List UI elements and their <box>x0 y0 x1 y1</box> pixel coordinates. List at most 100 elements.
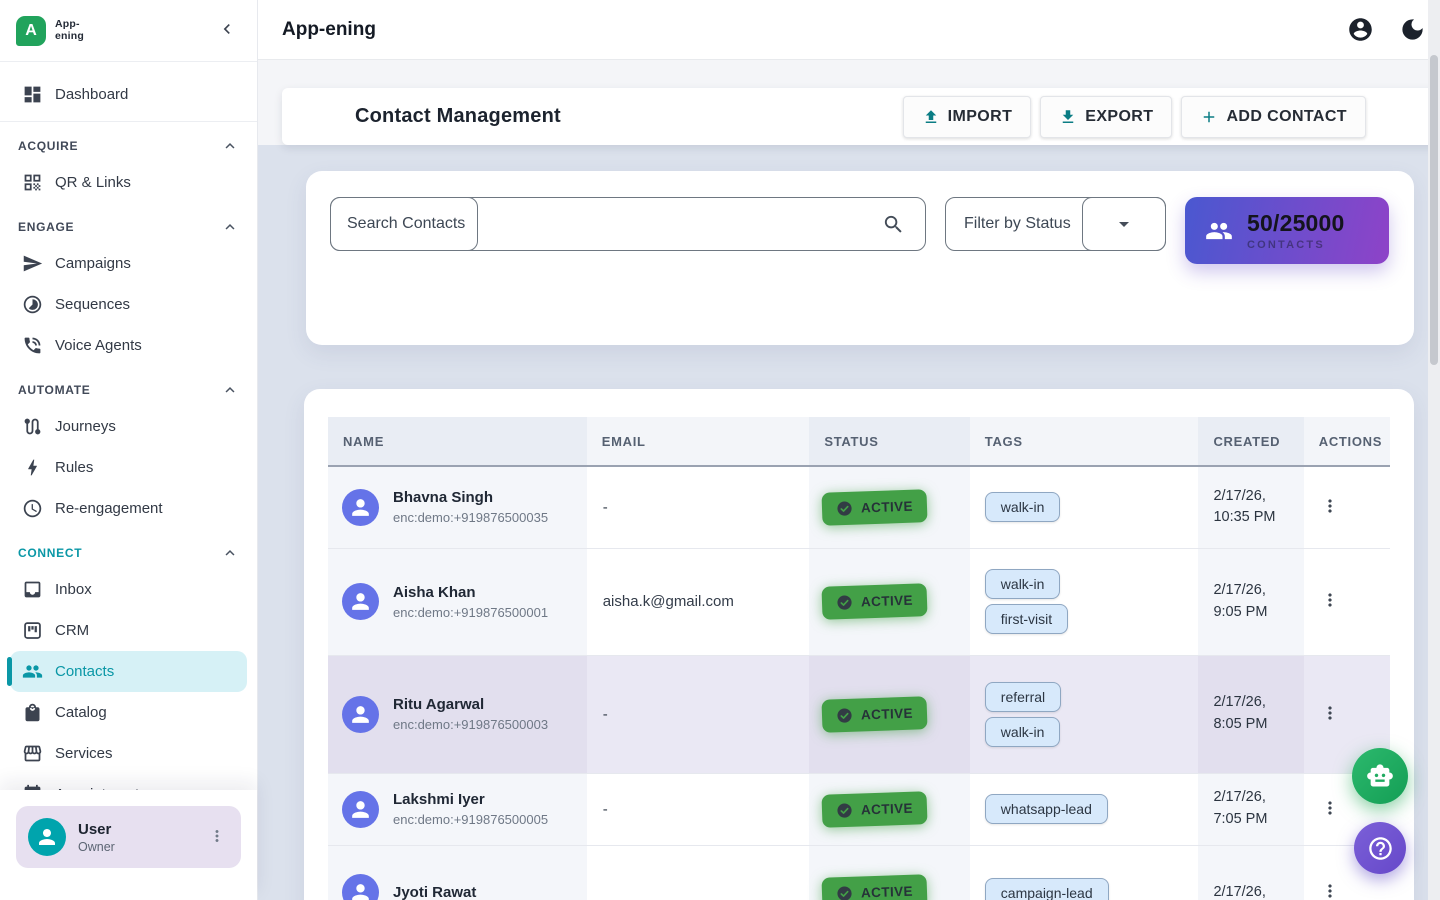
sidebar-item-voice-agents[interactable]: Voice Agents <box>10 325 247 366</box>
name-cell: Ritu Agarwalenc:demo:+919876500003 <box>328 655 587 773</box>
section-label: ACQUIRE <box>18 139 78 153</box>
row-actions-button[interactable] <box>1316 700 1344 728</box>
sidebar-collapse-button[interactable] <box>213 17 241 45</box>
logo-text: App- ening <box>55 19 84 41</box>
sidebar-item-label: Rules <box>55 459 93 476</box>
app-root: A App- ening Dashboard ACQUIRE QR & Links… <box>0 0 1440 900</box>
sidebar-item-label: CRM <box>55 622 89 639</box>
chevron-up-icon <box>221 544 239 562</box>
sidebar-item-appointments[interactable]: Appointments <box>10 774 247 790</box>
search-field[interactable]: Search Contacts <box>330 197 926 251</box>
table-row: Bhavna Singhenc:demo:+919876500035-ACTIV… <box>328 466 1390 548</box>
sidebar-item-label: Catalog <box>55 704 107 721</box>
sidebar-item-re-engagement[interactable]: Re-engagement <box>10 488 247 529</box>
caret-down-icon <box>1082 197 1166 251</box>
search-label-text: Search Contacts <box>347 215 465 233</box>
sidebar-item-contacts[interactable]: Contacts <box>10 651 247 692</box>
status-label: ACTIVE <box>861 705 913 722</box>
tag-first-visit: first-visit <box>985 604 1068 634</box>
import-button-label: IMPORT <box>948 108 1013 126</box>
route-icon <box>22 416 43 437</box>
user-card[interactable]: User Owner <box>16 806 241 868</box>
section-label: ENGAGE <box>18 220 74 234</box>
created-date: 2/17/26, <box>1213 580 1303 602</box>
section-header-engage[interactable]: ENGAGE <box>0 210 257 243</box>
account-button[interactable] <box>1346 16 1374 44</box>
contact-email: - <box>587 773 810 845</box>
status-cell: ACTIVE <box>809 655 969 773</box>
name-cell: Bhavna Singh enc:demo:+919876500035 <box>328 466 587 548</box>
export-button[interactable]: EXPORT <box>1040 96 1172 138</box>
scrollbar-thumb[interactable] <box>1430 55 1438 365</box>
user-avatar-icon <box>28 818 66 856</box>
user-menu-button[interactable] <box>205 825 229 849</box>
row-actions-button[interactable] <box>1316 879 1344 900</box>
contact-phone: enc:demo:+919876500035 <box>393 510 548 525</box>
row-actions-button[interactable] <box>1316 493 1344 521</box>
export-button-label: EXPORT <box>1085 108 1153 126</box>
contact-identity: Aisha Khan enc:demo:+919876500001 <box>328 583 587 620</box>
contact-email: - <box>587 466 810 548</box>
sidebar-item-label: Re-engagement <box>55 500 163 517</box>
sidebar-item-qr-links[interactable]: QR & Links <box>10 162 247 203</box>
section-header-automate[interactable]: AUTOMATE <box>0 373 257 406</box>
name-cell: Aisha Khan enc:demo:+919876500001 <box>328 548 587 655</box>
sidebar-section-acquire: ACQUIRE QR & Links <box>0 129 257 203</box>
contact-name-block: Lakshmi Iyerenc:demo:+919876500005 <box>393 791 548 827</box>
row-actions-button[interactable] <box>1316 795 1344 823</box>
bag-icon <box>22 702 43 723</box>
sidebar-header: A App- ening <box>0 0 257 62</box>
sidebar-item-inbox[interactable]: Inbox <box>10 569 247 610</box>
section-header-acquire[interactable]: ACQUIRE <box>0 129 257 162</box>
search-input[interactable] <box>489 202 875 246</box>
contact-identity: Ritu Agarwalenc:demo:+919876500003 <box>328 696 587 733</box>
created-date: 2/17/26, <box>1213 486 1303 508</box>
contact-phone: enc:demo:+919876500001 <box>393 605 548 620</box>
import-button[interactable]: IMPORT <box>903 96 1032 138</box>
section-label: CONNECT <box>18 546 82 560</box>
row-actions-button[interactable] <box>1316 588 1344 616</box>
add-contact-button[interactable]: ADD CONTACT <box>1181 96 1366 138</box>
toolbar-strip: Contact Management IMPORT EXPORT ADD <box>258 60 1440 145</box>
help-fab[interactable] <box>1354 822 1406 874</box>
contact-name-block: Jyoti Rawat <box>393 884 476 900</box>
count-text: 50/25000 CONTACTS <box>1247 210 1345 251</box>
contact-name: Jyoti Rawat <box>393 884 476 900</box>
section-title: Contact Management <box>355 105 561 128</box>
logo-line-1: App- <box>55 19 84 30</box>
sidebar-item-rules[interactable]: Rules <box>10 447 247 488</box>
created-time: 7:05 PM <box>1213 809 1303 831</box>
status-label: ACTIVE <box>861 800 913 817</box>
sidebar-item-crm[interactable]: CRM <box>10 610 247 651</box>
sidebar-item-journeys[interactable]: Journeys <box>10 406 247 447</box>
table-row: Lakshmi Iyerenc:demo:+919876500005 - ACTIV… <box>328 773 1390 845</box>
contact-name: Aisha Khan <box>393 584 548 601</box>
status-badge: ACTIVE <box>822 874 928 900</box>
section-header-connect[interactable]: CONNECT <box>0 536 257 569</box>
search-icon <box>882 213 905 236</box>
created-cell: 2/17/26,10:35 PM <box>1198 466 1303 548</box>
sidebar-item-services[interactable]: Services <box>10 733 247 774</box>
user-role: Owner <box>78 840 115 854</box>
contact-avatar-icon <box>342 696 379 733</box>
dark-mode-toggle[interactable] <box>1398 16 1426 44</box>
sidebar-item-dashboard[interactable]: Dashboard <box>10 74 247 115</box>
contact-name: Bhavna Singh <box>393 489 548 506</box>
contact-avatar-icon <box>342 583 379 620</box>
status-filter-select[interactable]: Filter by Status <box>945 197 1166 251</box>
plus-icon <box>1200 108 1218 126</box>
storefront-icon <box>22 743 43 764</box>
assistant-fab[interactable] <box>1352 748 1408 804</box>
check-circle-icon <box>836 801 854 819</box>
sidebar-item-label: Sequences <box>55 296 130 313</box>
created-cell: 2/17/26, <box>1198 845 1303 900</box>
status-cell: ACTIVE <box>809 845 969 900</box>
actions-cell <box>1304 466 1390 548</box>
scrollbar-track <box>1428 0 1440 900</box>
created-date: 2/17/26, <box>1213 787 1303 809</box>
sidebar-item-sequences[interactable]: Sequences <box>10 284 247 325</box>
contact-email <box>587 845 810 900</box>
sidebar-item-catalog[interactable]: Catalog <box>10 692 247 733</box>
logo-line-2: ening <box>55 31 84 42</box>
sidebar-item-campaigns[interactable]: Campaigns <box>10 243 247 284</box>
